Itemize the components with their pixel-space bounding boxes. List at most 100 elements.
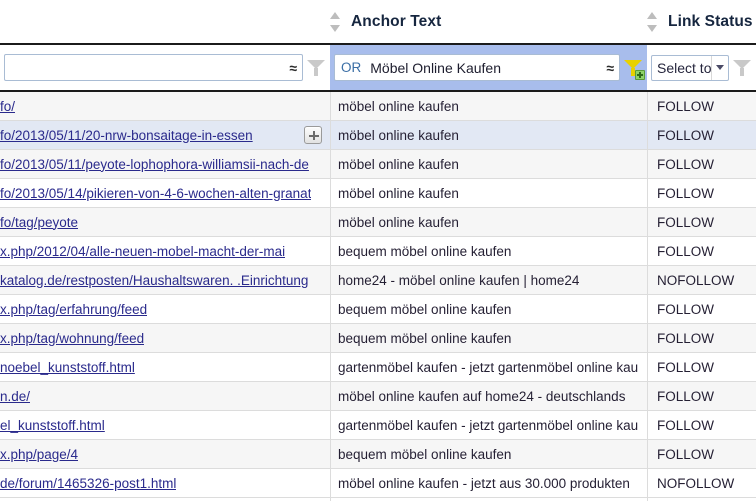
table-row[interactable]: n.de/möbel online kaufen auf home24 - de… [0,382,756,411]
column-header-target-url[interactable] [0,0,330,43]
cell-anchor-text: möbel online kaufen [330,179,647,207]
table-row[interactable]: katalog.de/restposten/Haushaltswaren. .E… [0,266,756,295]
filter-cell-anchor-text: OR Möbel Online Kaufen ≈ [330,45,647,90]
table-row[interactable]: x.php/2012/04/alle-neuen-mobel-macht-der… [0,237,756,266]
table-row[interactable]: fo/2013/05/14/pikieren-von-4-6-wochen-al… [0,179,756,208]
cell-link-status: FOLLOW [647,411,756,439]
link-status-value: FOLLOW [657,214,715,230]
target-url-link[interactable]: n.de/ [0,389,30,404]
filter-funnel-icon-target-url[interactable] [306,57,326,79]
link-status-value: FOLLOW [657,301,715,317]
link-status-value: FOLLOW [657,185,715,201]
anchor-text-value: gartenmöbel kaufen - jetzt gartenmöbel o… [338,359,639,375]
cell-link-status: NOFOLLOW [647,469,756,497]
cell-target-url: noebel_kunststoff.html [0,353,330,381]
table-row[interactable]: x.php/page/4 bequem möbel online kaufen FO… [0,440,756,469]
filter-operator-anchor-text[interactable]: OR [341,60,361,75]
cell-link-status: FOLLOW [647,295,756,323]
cell-anchor-text: gartenmöbel kaufen - jetzt gartenmöbel o… [330,411,647,439]
target-url-link[interactable]: el_kunststoff.html [0,418,105,433]
expand-row-plus-icon[interactable] [304,126,322,144]
cell-link-status: FOLLOW [647,382,756,410]
cell-target-url: x.php/page/4 [0,440,330,468]
sort-arrows-icon[interactable] [647,11,658,32]
grid-body[interactable]: fo/möbel online kaufen FOLLOW fo/2013/05/1… [0,92,756,501]
table-row[interactable]: fo/möbel online kaufen FOLLOW [0,92,756,121]
filter-funnel-icon-link-status[interactable] [732,57,752,79]
cell-target-url: fo/2013/05/11/20-nrw-bonsaitage-in-essen [0,121,330,149]
anchor-text-value: gartenmöbel kaufen - jetzt gartenmöbel o… [338,417,639,433]
target-url-link[interactable]: x.php/2012/04/alle-neuen-mobel-macht-der… [0,244,285,259]
target-url-link[interactable]: x.php/tag/erfahrung/feed [0,302,147,317]
cell-target-url: katalog.de/restposten/Haushaltswaren. .E… [0,266,330,294]
cell-target-url: el_kunststoff.html [0,411,330,439]
target-url-link[interactable]: x.php/page/4 [0,447,78,462]
sort-arrows-icon[interactable] [330,11,341,32]
table-row[interactable]: el_kunststoff.html gartenmöbel kaufen - j… [0,411,756,440]
cell-anchor-text: bequem möbel online kaufen [330,237,647,265]
link-status-value: FOLLOW [657,330,715,346]
cell-link-status: FOLLOW [647,208,756,236]
column-header-anchor-text-label: Anchor Text [351,12,442,30]
anchor-text-value: möbel online kaufen auf home24 - deutsch… [338,388,626,404]
table-row[interactable]: x.php/tag/wohnung/feed bequem möbel onlin… [0,324,756,353]
cell-anchor-text: möbel online kaufen [330,92,647,120]
anchor-text-value: bequem möbel online kaufen [338,330,512,346]
table-row[interactable]: x.php/tag/erfahrung/feed bequem möbel onl… [0,295,756,324]
cell-target-url: n.de/ [0,382,330,410]
target-url-link[interactable]: x.php/tag/wohnung/feed [0,331,144,346]
chevron-down-icon[interactable] [711,55,728,80]
cell-anchor-text: möbel online kaufen [330,208,647,236]
link-status-value: FOLLOW [657,98,715,114]
table-row[interactable]: fo/2013/05/11/20-nrw-bonsaitage-in-essen… [0,121,756,150]
cell-anchor-text: home24 - möbel online kaufen | home24 [330,266,647,294]
approx-operator-icon[interactable]: ≈ [606,60,614,76]
column-header-anchor-text[interactable]: Anchor Text [330,0,647,43]
cell-anchor-text: bequem möbel online kaufen [330,440,647,468]
link-status-value: NOFOLLOW [657,272,735,288]
approx-operator-icon[interactable]: ≈ [289,60,297,76]
target-url-link[interactable]: fo/ [0,99,15,114]
anchor-text-value: möbel online kaufen [338,127,459,143]
target-url-link[interactable]: fo/2013/05/11/peyote-lophophora-williams… [0,157,309,172]
anchor-text-value: bequem möbel online kaufen [338,243,512,259]
cell-link-status: FOLLOW [647,324,756,352]
filter-select-link-status-value: Select to [657,59,711,76]
link-status-value: FOLLOW [657,156,715,172]
cell-anchor-text: bequem möbel online kaufen [330,324,647,352]
target-url-link[interactable]: fo/tag/peyote [0,215,78,230]
column-header-link-status[interactable]: Link Status [647,0,756,43]
link-status-value: FOLLOW [657,388,715,404]
grid-header-row: Anchor Text Link Status [0,0,756,45]
filter-input-anchor-text[interactable]: OR Möbel Online Kaufen ≈ [334,54,620,81]
table-row[interactable]: noebel_kunststoff.html gartenmöbel kaufen… [0,353,756,382]
link-status-value: FOLLOW [657,359,715,375]
cell-anchor-text: bequem möbel online kaufen [330,295,647,323]
filter-funnel-add-icon-anchor-text[interactable] [623,57,645,80]
target-url-link[interactable]: de/forum/1465326-post1.html [0,476,176,491]
filter-cell-target-url: ≈ [0,45,330,90]
link-status-value: FOLLOW [657,127,715,143]
cell-link-status: FOLLOW [647,92,756,120]
table-row[interactable]: de/forum/1465326-post1.html möbel online … [0,469,756,498]
target-url-link[interactable]: noebel_kunststoff.html [0,360,135,375]
anchor-text-value: möbel online kaufen [338,185,459,201]
cell-anchor-text: möbel online kaufen [330,150,647,178]
cell-link-status: FOLLOW [647,150,756,178]
table-row[interactable]: fo/2013/05/11/peyote-lophophora-williams… [0,150,756,179]
filter-input-target-url[interactable]: ≈ [4,54,303,81]
target-url-link[interactable]: fo/2013/05/11/20-nrw-bonsaitage-in-essen [0,128,253,143]
target-url-link[interactable]: katalog.de/restposten/Haushaltswaren. .E… [0,273,308,288]
filter-value-anchor-text[interactable]: Möbel Online Kaufen [370,60,602,76]
backlink-grid-app: Anchor Text Link Status ≈ OR Möbel Onlin… [0,0,756,501]
table-row[interactable]: fo/tag/peyote möbel online kaufen FOLLOW [0,208,756,237]
column-header-link-status-label: Link Status [668,12,753,30]
cell-target-url: x.php/tag/erfahrung/feed [0,295,330,323]
cell-link-status: FOLLOW [647,353,756,381]
filter-select-link-status[interactable]: Select to [651,54,729,81]
target-url-link[interactable]: fo/2013/05/14/pikieren-von-4-6-wochen-al… [0,186,311,201]
anchor-text-value: möbel online kaufen [338,156,459,172]
cell-anchor-text: möbel online kaufen auf home24 - deutsch… [330,382,647,410]
cell-link-status: FOLLOW [647,237,756,265]
cell-target-url: x.php/2012/04/alle-neuen-mobel-macht-der… [0,237,330,265]
